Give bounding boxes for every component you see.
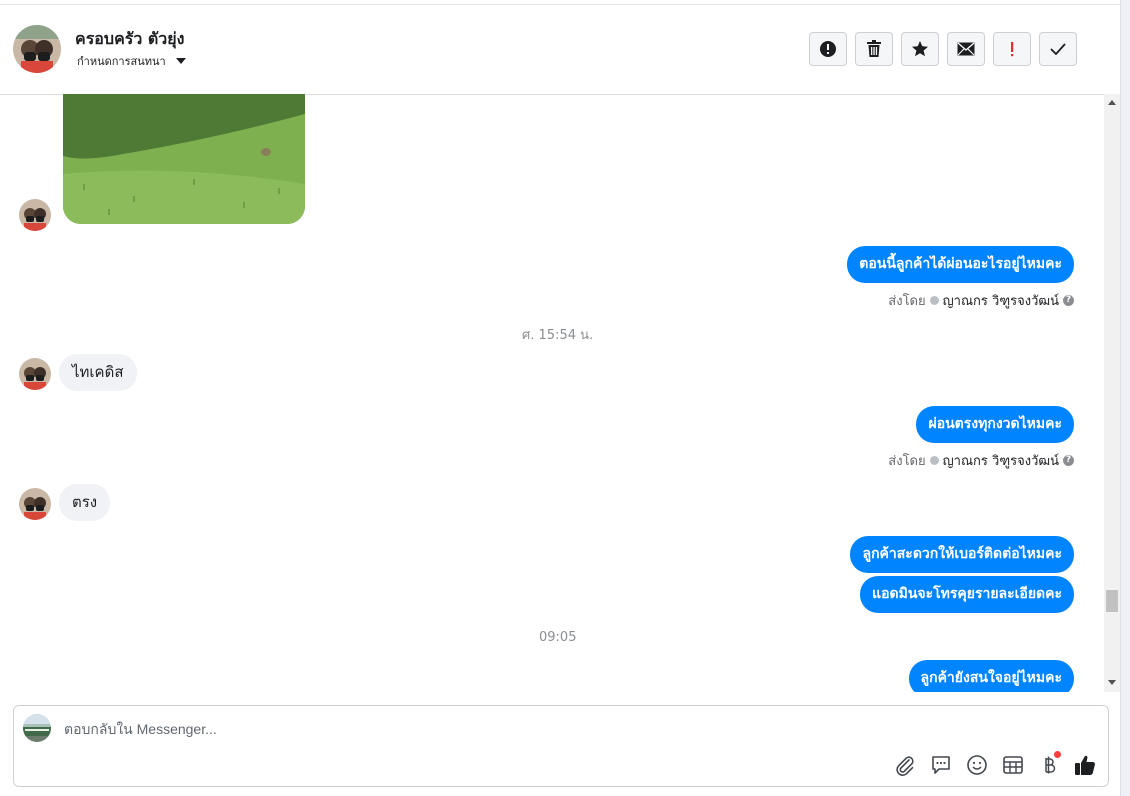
contact-avatar[interactable]	[13, 25, 61, 73]
caret-down-icon	[175, 58, 186, 64]
agent-name[interactable]: ญาณกร วิฑูรจงวัฒน์	[943, 450, 1059, 471]
help-icon[interactable]: ?	[1063, 455, 1074, 466]
reply-composer	[13, 705, 1109, 787]
contact-avatar-small	[19, 358, 51, 390]
timestamp: 09:05	[539, 630, 577, 645]
exclamation-icon	[1011, 42, 1014, 57]
seen-indicator-icon	[929, 296, 939, 305]
thread-scrollbar[interactable]	[1104, 94, 1120, 692]
agent-name[interactable]: ญาณกร วิฑูรจงวัฒน์	[943, 290, 1059, 311]
sent-by-info: ส่งโดย ญาณกร วิฑูรจงวัฒน์ ?	[888, 290, 1074, 311]
assign-conversation-dropdown[interactable]: กำหนดการสนทนา	[77, 52, 186, 70]
sent-by-info: ส่งโดย ญาณกร วิฑูรจงวัฒน์ ?	[888, 450, 1074, 471]
emoji-icon	[967, 755, 987, 775]
conversation-header: ครอบครัว ตัวยุ่ง กำหนดการสนทนา	[0, 4, 1120, 95]
mark-done-button[interactable]	[1039, 32, 1077, 66]
mark-spam-button[interactable]	[809, 32, 847, 66]
assign-label: กำหนดการสนทนา	[77, 55, 166, 68]
alert-circle-icon	[820, 41, 836, 57]
outgoing-message[interactable]: ลูกค้ายังสนใจอยู่ไหมคะ	[908, 660, 1074, 692]
checkmark-icon	[1050, 43, 1066, 55]
contact-avatar-small	[19, 199, 51, 231]
envelope-icon	[957, 42, 975, 56]
shared-photo[interactable]	[63, 94, 305, 224]
delete-button[interactable]	[855, 32, 893, 66]
page-avatar	[23, 714, 51, 742]
star-button[interactable]	[901, 32, 939, 66]
outgoing-message[interactable]: ผ่อนตรงทุกงวดไหมคะ	[916, 406, 1074, 443]
emoji-button[interactable]	[964, 752, 990, 778]
sent-by-prefix: ส่งโดย	[888, 294, 926, 309]
saved-replies-button[interactable]	[928, 752, 954, 778]
page-edge	[1120, 0, 1130, 796]
sent-by-prefix: ส่งโดย	[888, 454, 926, 469]
like-button[interactable]	[1072, 752, 1098, 778]
message-thread[interactable]: ตอนนี้ลูกค้าได้ผ่อนอะไรอยู่ไหมคะ ส่งโดย …	[0, 94, 1104, 692]
incoming-message[interactable]: ตรง	[59, 484, 111, 521]
reply-input[interactable]	[62, 718, 666, 740]
notification-dot	[1054, 751, 1061, 758]
mark-unread-button[interactable]	[947, 32, 985, 66]
outgoing-message[interactable]: แอดมินจะโทรคุยรายละเอียดคะ	[860, 576, 1074, 613]
scroll-down-icon[interactable]	[1108, 680, 1116, 685]
attach-button[interactable]	[892, 752, 918, 778]
scroll-thumb[interactable]	[1106, 590, 1118, 612]
saved-reply-icon	[932, 756, 950, 774]
table-button[interactable]	[1000, 752, 1026, 778]
thumbs-up-icon	[1075, 755, 1095, 775]
conversation-toolbar	[809, 32, 1077, 66]
contact-name: ครอบครัว ตัวยุ่ง	[75, 29, 185, 48]
trash-icon	[867, 40, 881, 57]
follow-up-button[interactable]	[993, 32, 1031, 66]
star-icon	[912, 41, 928, 57]
outgoing-message[interactable]: ตอนนี้ลูกค้าได้ผ่อนอะไรอยู่ไหมคะ	[847, 246, 1074, 283]
paperclip-icon	[896, 756, 914, 776]
payment-button[interactable]	[1036, 751, 1062, 778]
composer-tools	[892, 751, 1098, 778]
incoming-message[interactable]: ไทเคดิส	[59, 354, 137, 391]
help-icon[interactable]: ?	[1063, 295, 1074, 306]
outgoing-message[interactable]: ลูกค้าสะดวกให้เบอร์ติดต่อไหมคะ	[850, 536, 1074, 573]
table-icon	[1003, 756, 1023, 774]
timestamp: ศ. 15:54 น.	[522, 328, 594, 343]
contact-avatar-small	[19, 488, 51, 520]
scroll-up-icon[interactable]	[1108, 100, 1116, 105]
seen-indicator-icon	[929, 456, 939, 465]
